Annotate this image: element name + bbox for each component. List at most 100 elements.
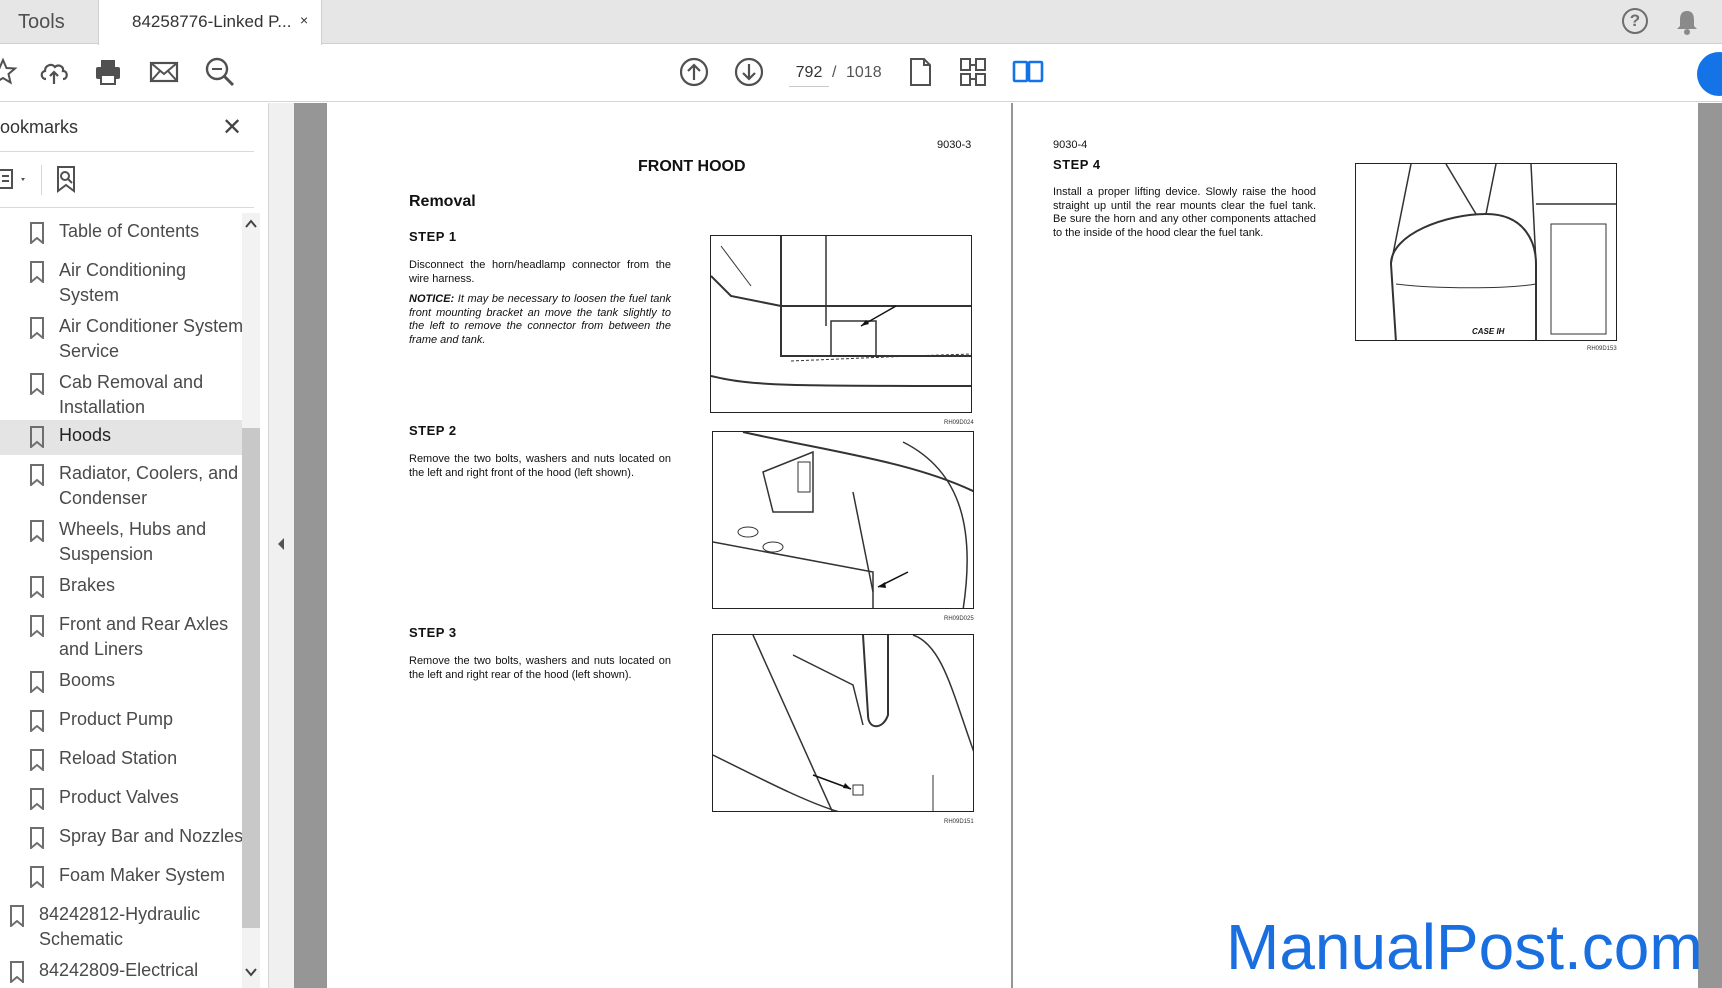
tab-document[interactable]: 84258776-Linked P... bbox=[98, 0, 322, 45]
notice-label: NOTICE: bbox=[409, 293, 455, 305]
bookmark-icon bbox=[30, 671, 44, 693]
bookmark-hydraulic-schematic[interactable]: 84242812-Hydraulic Schematic bbox=[0, 896, 242, 952]
bookmark-label: Product Pump bbox=[59, 709, 174, 729]
page-number: 9030-4 bbox=[1053, 139, 1088, 151]
single-page-icon[interactable] bbox=[903, 55, 937, 89]
bookmark-icon bbox=[30, 426, 44, 448]
figure-code: RH09D153 bbox=[1587, 346, 1617, 352]
help-icon[interactable]: ? bbox=[1622, 8, 1648, 34]
page-total: 1018 bbox=[846, 64, 882, 81]
bookmark-brakes[interactable]: Brakes bbox=[0, 567, 242, 606]
figure-code: RH09D025 bbox=[944, 616, 974, 622]
main-toolbar: 792 / 1018 bbox=[0, 45, 1722, 102]
bookmark-foam-maker[interactable]: Foam Maker System bbox=[0, 857, 242, 896]
bookmark-label: Wheels, Hubs and Suspension bbox=[59, 519, 207, 564]
bookmark-booms[interactable]: Booms bbox=[0, 662, 242, 701]
figure-code: RH09D024 bbox=[944, 420, 974, 426]
bookmark-air-conditioner-system-service[interactable]: Air Conditioner System Service bbox=[0, 308, 242, 364]
divider bbox=[41, 165, 42, 195]
tab-document-label: 84258776-Linked P... bbox=[132, 12, 292, 31]
bookmark-icon bbox=[30, 222, 44, 244]
figure-step-4: CASE IH bbox=[1355, 163, 1617, 341]
page-thumbnails-icon[interactable] bbox=[956, 55, 990, 89]
scroll-down-icon[interactable] bbox=[242, 963, 260, 981]
bookmark-label: Reload Station bbox=[59, 748, 178, 768]
bookmark-icon bbox=[30, 827, 44, 849]
step-text: Remove the two bolts, washers and nuts l… bbox=[409, 453, 671, 479]
bookmark-product-valves[interactable]: Product Valves bbox=[0, 779, 242, 818]
profile-button[interactable] bbox=[1697, 52, 1722, 96]
star-icon[interactable] bbox=[0, 55, 20, 89]
collapse-panel-icon[interactable] bbox=[276, 536, 286, 552]
bookmark-axles[interactable]: Front and Rear Axles and Liners bbox=[0, 606, 242, 662]
mail-icon[interactable] bbox=[147, 55, 181, 89]
options-menu-icon[interactable] bbox=[0, 167, 30, 193]
bookmark-table-of-contents[interactable]: Table of Contents bbox=[0, 213, 242, 252]
figure-illustration bbox=[711, 236, 971, 387]
close-panel-button[interactable]: ✕ bbox=[222, 113, 242, 142]
bookmarks-panel-title: ookmarks bbox=[0, 117, 79, 137]
bookmark-wheels[interactable]: Wheels, Hubs and Suspension bbox=[0, 511, 242, 567]
bookmark-icon bbox=[30, 576, 44, 598]
bookmarks-toolbar bbox=[0, 161, 254, 201]
bookmark-electrical[interactable]: 84242809-Electrical bbox=[0, 952, 242, 988]
divider bbox=[0, 151, 254, 152]
scroll-up-icon[interactable] bbox=[242, 215, 260, 233]
page-down-icon[interactable] bbox=[732, 55, 766, 89]
bookmark-label: 84242809-Electrical bbox=[39, 960, 199, 980]
bookmarks-panel: ookmarks ✕ Table of Contents Air Conditi… bbox=[0, 103, 268, 988]
bookmark-icon bbox=[30, 373, 44, 395]
bookmark-label: Brakes bbox=[59, 575, 116, 595]
case-ih-logo: CASE IH bbox=[1472, 327, 1505, 336]
page-up-icon[interactable] bbox=[677, 55, 711, 89]
tab-tools[interactable]: Tools bbox=[0, 0, 98, 44]
page-number: 9030-3 bbox=[937, 139, 972, 151]
tab-close-button[interactable]: × bbox=[300, 12, 308, 28]
bookmark-cab-removal[interactable]: Cab Removal and Installation bbox=[0, 364, 242, 420]
bookmark-icon bbox=[30, 520, 44, 542]
watermark: ManualPost.com bbox=[1226, 911, 1703, 983]
bookmark-product-pump[interactable]: Product Pump bbox=[0, 701, 242, 740]
bookmark-label: Table of Contents bbox=[59, 221, 200, 241]
step-heading: STEP 3 bbox=[409, 625, 457, 640]
bookmark-icon bbox=[30, 788, 44, 810]
figure-illustration bbox=[713, 635, 973, 811]
bookmark-scrollbar-thumb[interactable] bbox=[242, 428, 260, 928]
pdf-viewer-window: Tools 84258776-Linked P... × ? 792 / 101… bbox=[0, 0, 1722, 988]
step-text: Remove the two bolts, washers and nuts l… bbox=[409, 655, 671, 681]
figure-illustration bbox=[713, 432, 973, 608]
bookmark-label: 84242812-Hydraulic Schematic bbox=[39, 904, 201, 949]
pdf-page-left: 9030-3 FRONT HOOD Removal STEP 1 Disconn… bbox=[327, 103, 1011, 988]
bookmark-list: Table of Contents Air Conditioning Syste… bbox=[0, 213, 242, 988]
bookmark-icon bbox=[30, 317, 44, 339]
step-heading: STEP 2 bbox=[409, 423, 457, 438]
bookmark-label: Hoods bbox=[59, 425, 112, 445]
bookmark-radiator[interactable]: Radiator, Coolers, and Condenser bbox=[0, 455, 242, 511]
bookmark-label: Booms bbox=[59, 670, 116, 690]
figure-illustration bbox=[1389, 164, 1616, 340]
step-heading: STEP 1 bbox=[409, 229, 457, 244]
bookmark-spray-bar[interactable]: Spray Bar and Nozzles bbox=[0, 818, 242, 857]
page-number-input[interactable]: 792 bbox=[789, 59, 829, 87]
bookmark-hoods[interactable]: Hoods bbox=[0, 420, 242, 455]
figure-code: RH09D151 bbox=[944, 819, 974, 825]
page-separator: / bbox=[832, 64, 837, 81]
bookmark-icon bbox=[30, 866, 44, 888]
find-bookmark-icon[interactable] bbox=[54, 165, 80, 195]
zoom-search-icon[interactable] bbox=[203, 55, 237, 89]
bookmark-reload-station[interactable]: Reload Station bbox=[0, 740, 242, 779]
step-text: Install a proper lifting device. Slowly … bbox=[1053, 186, 1316, 239]
print-icon[interactable] bbox=[91, 55, 125, 89]
bookmark-icon bbox=[30, 464, 44, 486]
notification-bell-icon[interactable] bbox=[1674, 8, 1700, 36]
bookmark-label: Radiator, Coolers, and Condenser bbox=[59, 463, 239, 508]
bookmark-air-conditioning-system[interactable]: Air Conditioning System bbox=[0, 252, 242, 308]
notice-text: NOTICE: It may be necessary to loosen th… bbox=[409, 293, 671, 347]
bookmark-icon bbox=[10, 905, 24, 927]
bookmark-label: Spray Bar and Nozzles bbox=[59, 826, 242, 846]
two-page-view-icon[interactable] bbox=[1011, 55, 1045, 89]
bookmark-icon bbox=[30, 261, 44, 283]
upload-cloud-icon[interactable] bbox=[37, 55, 71, 89]
bookmark-icon bbox=[30, 749, 44, 771]
figure-step-2 bbox=[712, 431, 974, 609]
